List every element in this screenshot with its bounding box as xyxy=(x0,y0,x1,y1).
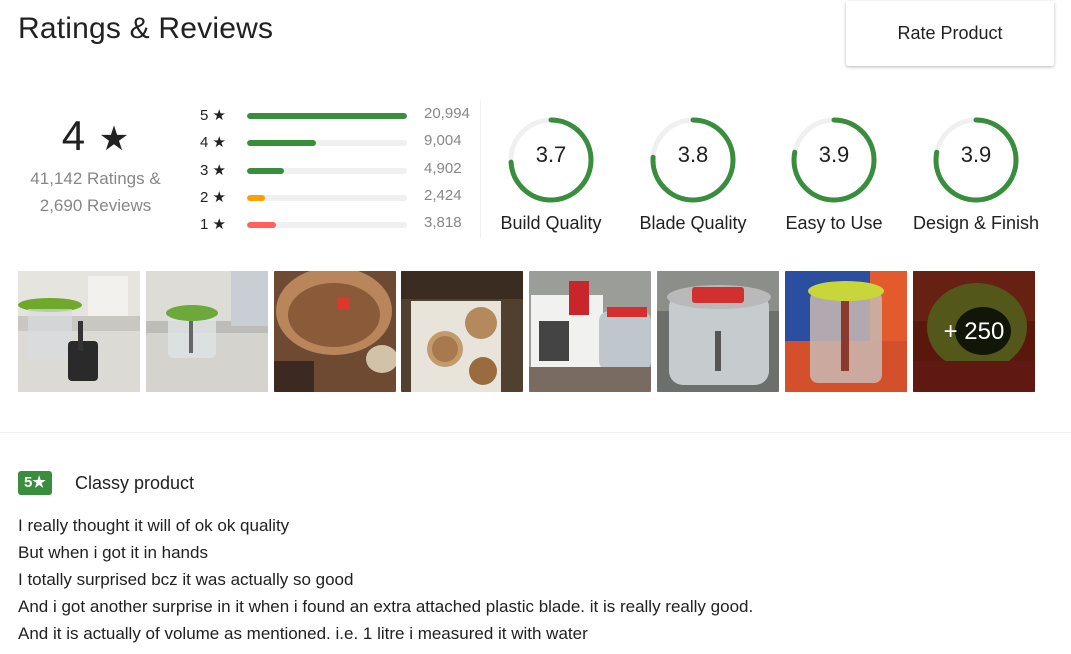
review-photo-image xyxy=(146,271,268,392)
review-photo[interactable] xyxy=(657,271,779,392)
review-photo[interactable] xyxy=(146,271,268,392)
review-line: And it is actually of volume as mentione… xyxy=(18,624,588,643)
feature-name: Easy to Use xyxy=(785,213,883,233)
review-photo[interactable] xyxy=(18,271,140,392)
rating-bar-fill xyxy=(247,222,277,228)
feature-rating-easy-to-use: 3.9 Easy to Use xyxy=(759,114,909,234)
page-title: Ratings & Reviews xyxy=(18,12,274,45)
rating-bar-count: 9,004 xyxy=(424,132,462,150)
overall-rating: 4 ★ 41,142 Ratings & 2,690 Reviews xyxy=(18,110,173,219)
rating-bar-track xyxy=(247,140,407,147)
average-rating: 4 xyxy=(61,112,86,159)
review-photo[interactable] xyxy=(274,271,396,392)
section-divider xyxy=(0,432,1071,433)
review-line: And i got another surprise in it when i … xyxy=(18,597,754,616)
feature-score: 3.9 xyxy=(818,142,850,167)
review-line: But when i got it in hands xyxy=(18,543,208,562)
rating-bar-count: 3,818 xyxy=(424,214,462,231)
rating-bar-track xyxy=(247,222,407,228)
rating-bar-row: 2 ★ 2,424 xyxy=(200,185,470,212)
feature-name: Design & Finish xyxy=(912,213,1040,233)
rating-bar-label: 4 ★ xyxy=(200,134,226,152)
reviews-count: 2,690 Reviews xyxy=(39,196,152,215)
feature-name: Blade Quality xyxy=(639,213,747,233)
rating-bar-label: 5 ★ xyxy=(200,107,226,124)
review-rating-badge: 5★ xyxy=(18,471,52,495)
rating-bar-track xyxy=(247,167,407,174)
review-photo-image xyxy=(401,271,523,392)
review-photo-image xyxy=(657,271,779,392)
review-photo-image xyxy=(529,271,651,392)
feature-rating-build-quality: 3.7 Build Quality xyxy=(476,114,626,234)
review-body: I really thought it will of ok ok qualit… xyxy=(18,512,753,647)
review-photo[interactable] xyxy=(529,271,651,392)
review-photo[interactable] xyxy=(785,271,907,392)
rating-bar-track xyxy=(247,194,407,201)
feature-score: 3.8 xyxy=(677,142,709,167)
feature-rating-design-finish: 3.9 Design & Finish xyxy=(901,114,1051,234)
rating-bar-row: 1 ★ 3,818 xyxy=(200,212,470,239)
rating-bar-row: 5 ★ 20,994 xyxy=(200,103,470,130)
review-photo[interactable] xyxy=(401,271,523,392)
more-photos-count: + 250 xyxy=(913,271,1035,392)
rating-bar-fill xyxy=(247,113,407,119)
feature-name: Build Quality xyxy=(500,213,602,233)
feature-score: 3.9 xyxy=(960,142,992,167)
rating-bar-fill xyxy=(247,194,266,201)
rating-bar-label: 3 ★ xyxy=(200,161,226,179)
rating-bar-track xyxy=(247,113,407,119)
review-photo-image xyxy=(18,271,140,392)
ratings-count: 41,142 Ratings & xyxy=(30,169,161,188)
review-photo-image xyxy=(785,271,907,392)
star-icon: ★ xyxy=(98,120,130,158)
rating-bar-fill xyxy=(247,140,316,147)
review-line: I really thought it will of ok ok qualit… xyxy=(18,516,290,535)
rating-bar-row: 3 ★ 4,902 xyxy=(200,158,470,185)
rating-distribution: 5 ★ 20,994 4 ★ 9,004 3 ★ 4,902 2 ★ 2,424… xyxy=(200,103,470,239)
feature-rating-blade-quality: 3.8 Blade Quality xyxy=(618,114,768,234)
rating-bar-label: 2 ★ xyxy=(200,188,226,206)
rate-product-button[interactable]: Rate Product xyxy=(846,1,1054,66)
rating-bar-count: 20,994 xyxy=(424,105,470,122)
review-photo-image xyxy=(274,271,396,392)
review-line: I totally surprised bcz it was actually … xyxy=(18,570,354,589)
rating-bar-row: 4 ★ 9,004 xyxy=(200,130,470,157)
rating-bar-count: 4,902 xyxy=(424,159,462,177)
rating-bar-count: 2,424 xyxy=(424,186,462,204)
rating-bar-fill xyxy=(247,167,285,174)
feature-score: 3.7 xyxy=(535,142,567,167)
rating-bar-label: 1 ★ xyxy=(200,216,226,233)
more-photos-button[interactable]: + 250 xyxy=(913,271,1035,392)
review-title: Classy product xyxy=(75,473,195,493)
